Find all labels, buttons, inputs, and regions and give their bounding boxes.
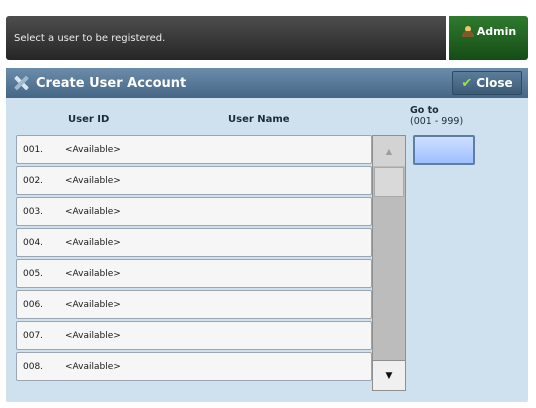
column-header-user-id: User ID [68,114,110,125]
row-value: <Available> [65,299,121,310]
scroll-down-button[interactable]: ▼ [373,360,405,390]
admin-user-icon [461,25,474,37]
row-number: 004. [23,237,44,248]
close-button[interactable]: ✔ Close [452,71,522,95]
checkmark-icon: ✔ [461,75,473,91]
row-number: 003. [23,206,44,217]
down-arrow-icon: ▼ [385,370,393,381]
row-value: <Available> [65,268,121,279]
user-row[interactable]: 006. <Available> [16,290,372,319]
goto-label: Go to (001 - 999) [410,105,463,127]
create-user-account-panel: Create User Account ✔ Close User ID User… [6,68,528,402]
tools-icon [12,74,30,92]
admin-label: Admin [476,24,517,38]
goto-range: (001 - 999) [410,116,464,127]
admin-button[interactable]: Admin [449,16,528,60]
row-value: <Available> [65,144,121,155]
row-number: 002. [23,175,44,186]
up-arrow-icon: ▲ [385,146,393,156]
scroll-thumb[interactable] [374,167,404,197]
user-row[interactable]: 003. <Available> [16,197,372,226]
list-scrollbar[interactable]: ▲ ▼ [372,135,406,391]
user-row[interactable]: 005. <Available> [16,259,372,288]
row-number: 001. [23,144,44,155]
user-list: 001. <Available> 002. <Available> 003. <Ava… [16,135,372,383]
panel-title-bar: Create User Account ✔ Close [6,68,528,98]
close-label: Close [476,76,513,90]
row-number: 005. [23,268,44,279]
user-row[interactable]: 002. <Available> [16,166,372,195]
row-value: <Available> [65,237,121,248]
row-number: 008. [23,361,44,372]
scroll-up-button[interactable]: ▲ [373,136,405,166]
row-number: 006. [23,299,44,310]
column-header-user-name: User Name [228,114,290,125]
user-row[interactable]: 008. <Available> [16,352,372,381]
message-text: Select a user to be registered. [14,32,166,44]
user-row[interactable]: 004. <Available> [16,228,372,257]
row-value: <Available> [65,361,121,372]
user-row[interactable]: 007. <Available> [16,321,372,350]
goto-title: Go to [410,105,439,116]
row-value: <Available> [65,175,121,186]
panel-title: Create User Account [36,75,187,91]
row-value: <Available> [65,330,121,341]
goto-input[interactable] [413,135,475,165]
user-row[interactable]: 001. <Available> [16,135,372,164]
row-number: 007. [23,330,44,341]
row-value: <Available> [65,206,121,217]
message-bar: Select a user to be registered. [6,16,446,60]
